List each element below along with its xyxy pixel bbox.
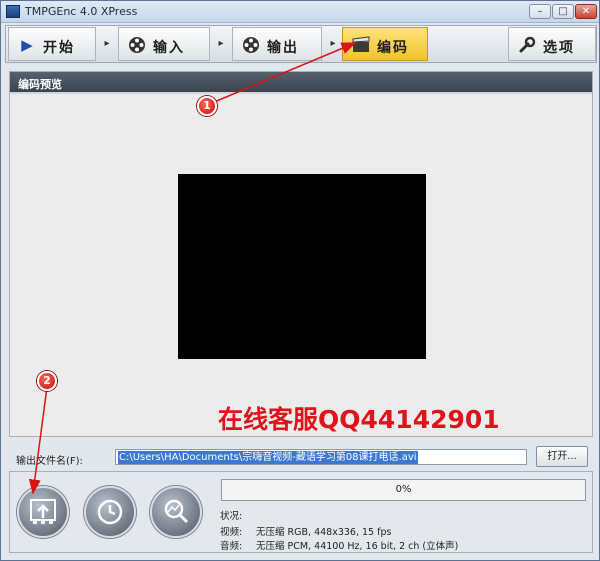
video-value: 无压缩 RGB, 448x336, 15 fps: [256, 527, 392, 538]
watermark-text: 在线客服QQ44142901: [218, 405, 500, 434]
output-file-field[interactable]: C:\Users\HA\Documents\宗嗨音视频-藏语学习第08课打电话.…: [115, 449, 527, 465]
step-arrow-icon: ▸: [104, 38, 110, 49]
window-title: TMPGEnc 4.0 XPress: [25, 5, 138, 18]
panel-title: 编码预览: [18, 78, 62, 91]
step-arrow-icon: ▸: [218, 38, 224, 49]
output-label: 输出: [267, 40, 299, 56]
encode-preview-panel: 编码预览 在线客服QQ44142901: [9, 71, 593, 437]
output-file-path: C:\Users\HA\Documents\宗嗨音视频-藏语学习第08课打电话.…: [118, 451, 418, 464]
open-button[interactable]: 打开...: [536, 446, 588, 467]
output-file-label: 输出文件名(F):: [16, 456, 83, 467]
clapperboard-icon: [352, 36, 370, 54]
panel-header: 编码预览: [10, 72, 592, 94]
options-label: 选项: [543, 40, 575, 56]
maximize-button[interactable]: □: [552, 4, 574, 19]
annotation-badge-2: 2: [37, 371, 57, 391]
encode-control-panel: 0% 状况: 视频: 无压缩 RGB, 448x336, 15 fps 音频: …: [9, 471, 593, 553]
start-label: 开始: [43, 40, 75, 56]
encode-output-icon: [30, 499, 56, 524]
progress-bar: 0%: [221, 479, 586, 501]
schedule-button[interactable]: [84, 486, 136, 538]
encode-button[interactable]: 编码: [342, 27, 428, 61]
audio-value: 无压缩 PCM, 44100 Hz, 16 bit, 2 ch (立体声): [256, 541, 459, 552]
status-line: 状况:: [220, 508, 242, 522]
start-button[interactable]: ▶ 开始: [8, 27, 96, 61]
app-icon: [6, 5, 20, 18]
main-toolbar: ▶ 开始 ▸ 输入 ▸ 输出 ▸ 编码 选项: [5, 25, 597, 63]
play-icon: ▶: [21, 36, 33, 54]
video-label: 视频:: [220, 527, 243, 538]
video-preview: [178, 174, 426, 359]
step-arrow-icon: ▸: [330, 38, 336, 49]
start-encode-button[interactable]: [17, 486, 69, 538]
annotation-badge-1: 1: [197, 96, 217, 116]
status-label: 状况:: [220, 511, 243, 522]
input-label: 输入: [153, 40, 185, 56]
encode-label: 编码: [377, 40, 409, 56]
progress-text: 0%: [395, 484, 412, 495]
audio-info-line: 音频: 无压缩 PCM, 44100 Hz, 16 bit, 2 ch (立体声…: [220, 538, 458, 552]
preview-settings-button[interactable]: [150, 486, 202, 538]
minimize-button[interactable]: –: [529, 4, 551, 19]
output-file-row: 输出文件名(F): C:\Users\HA\Documents\宗嗨音视频-藏语…: [9, 445, 593, 469]
video-info-line: 视频: 无压缩 RGB, 448x336, 15 fps: [220, 524, 391, 538]
film-reel-icon: [242, 36, 260, 54]
input-button[interactable]: 输入: [118, 27, 210, 61]
clock-icon: [97, 499, 123, 525]
options-button[interactable]: 选项: [508, 27, 596, 61]
app-window: TMPGEnc 4.0 XPress – □ ✕ ▶ 开始 ▸ 输入 ▸ 输出 …: [0, 0, 600, 561]
title-bar[interactable]: TMPGEnc 4.0 XPress – □ ✕: [1, 1, 599, 23]
audio-label: 音频:: [220, 541, 243, 552]
output-button[interactable]: 输出: [232, 27, 322, 61]
magnifier-icon: [164, 499, 189, 524]
wrench-icon: [518, 36, 536, 54]
film-reel-icon: [128, 36, 146, 54]
close-button[interactable]: ✕: [575, 4, 597, 19]
